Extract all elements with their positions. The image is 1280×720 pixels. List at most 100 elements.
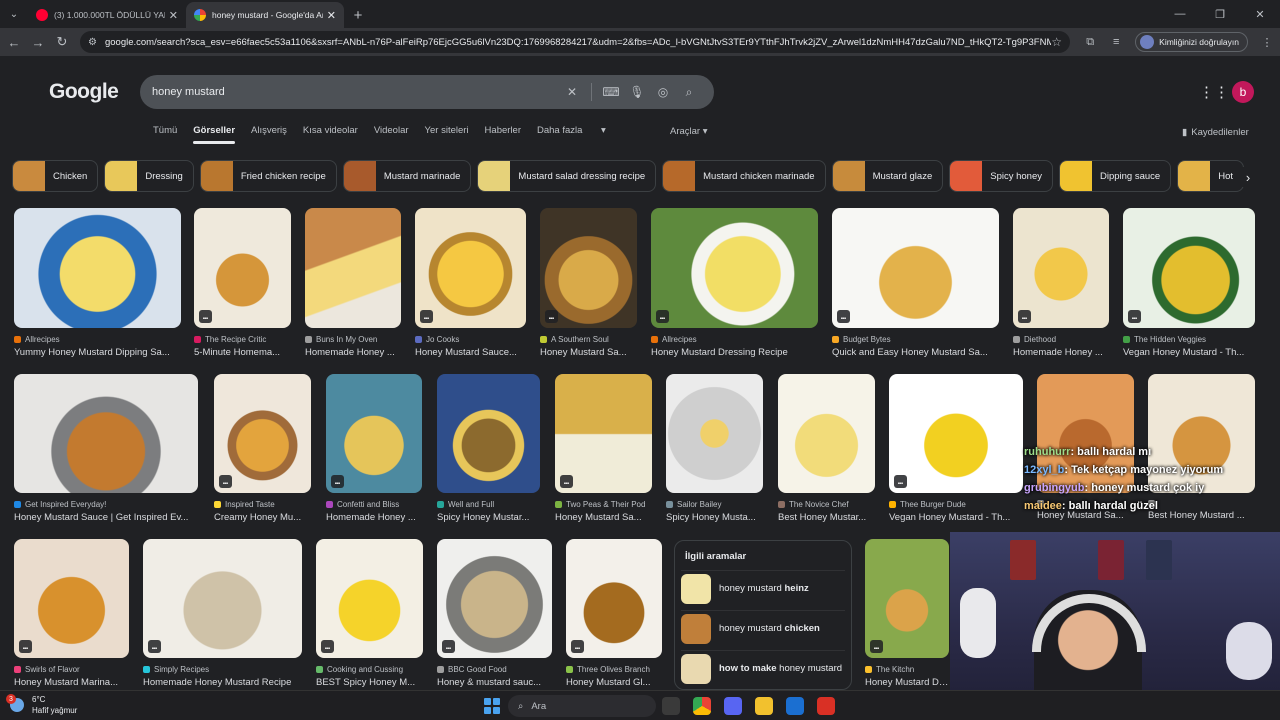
account-avatar[interactable]: b [1232,81,1254,103]
result-image[interactable] [305,208,401,328]
result-title[interactable]: 5-Minute Homema... [194,347,291,358]
image-result[interactable]: ⑉ Allrecipes Honey Mustard Dressing Reci… [651,208,818,358]
image-result[interactable]: ⑉ Budget Bytes Quick and Easy Honey Must… [832,208,999,358]
close-window-icon[interactable]: ✕ [1240,0,1280,28]
image-result[interactable]: ⑉ Two Peas & Their Pod Honey Mustard Sa.… [555,374,652,523]
tab-videos[interactable]: Videolar [374,125,409,136]
result-source[interactable]: Swirls of Flavor [14,665,129,674]
verify-identity-button[interactable]: Kimliğinizi doğrulayın [1135,32,1248,52]
result-title[interactable]: Vegan Honey Mustard - Th... [889,512,1023,523]
result-image[interactable]: ⑉ [889,374,1023,493]
chip[interactable]: Mustard marinade [342,160,472,192]
chip[interactable]: Fried chicken recipe [199,160,337,192]
tab-images[interactable]: Görseller [193,125,235,144]
result-source[interactable]: Sailor Bailey [666,500,763,509]
image-result[interactable]: ⑉ Three Olives Branch Honey Mustard Gl..… [566,539,662,688]
windows-start-icon[interactable] [484,698,500,714]
chip[interactable]: Dressing [104,160,194,192]
result-title[interactable]: Honey Mustard Gl... [566,677,662,688]
bookmark-star-icon[interactable]: ☆ [1051,35,1062,49]
image-result[interactable]: Buns In My Oven Homemade Honey ... [305,208,401,358]
related-search-item[interactable]: honey mustard heinz [681,570,845,606]
apps-grid-icon[interactable]: ⋮⋮ [1199,84,1229,101]
result-image[interactable]: ⑉ [555,374,652,493]
chip[interactable]: Chicken [12,160,99,192]
taskbar-search[interactable]: ⌕ Ara [508,695,656,717]
result-source[interactable]: Allrecipes [651,335,818,344]
result-source[interactable]: Simply Recipes [143,665,302,674]
discord-icon[interactable] [724,697,742,715]
result-image[interactable]: ⑉ [316,539,423,658]
image-result[interactable]: ⑉ Simply Recipes Homemade Honey Mustard … [143,539,302,688]
result-image[interactable]: ⑉ [832,208,999,328]
search-icon[interactable]: ⌕ [676,85,702,100]
voice-search-icon[interactable]: 🎙 [624,85,650,99]
result-title[interactable]: Best Honey Mustar... [778,512,875,523]
result-image[interactable]: ⑉ [1123,208,1255,328]
file-explorer-icon[interactable] [755,697,773,715]
chip[interactable]: Mustard glaze [831,160,944,192]
result-image[interactable]: ⑉ [214,374,311,493]
result-image[interactable]: ⑉ [194,208,291,328]
related-search-item[interactable]: how to make honey mustard [681,650,845,686]
result-image[interactable]: ⑉ [566,539,662,658]
result-title[interactable]: Honey Mustard Sauce... [415,347,526,358]
image-result[interactable]: Allrecipes Yummy Honey Mustard Dipping S… [14,208,181,358]
restore-icon[interactable]: ❐ [1200,0,1240,28]
tab-google-search[interactable]: honey mustard - Google'da Ara ✕ [186,2,344,28]
back-arrow-icon[interactable]: ← [2,30,26,54]
result-title[interactable]: Homemade Honey ... [326,512,422,523]
result-title[interactable]: Quick and Easy Honey Mustard Sa... [832,347,999,358]
result-source[interactable]: Inspired Taste [214,500,311,509]
image-result[interactable]: ⑉ A Southern Soul Honey Mustard Sa... [540,208,637,358]
image-result[interactable]: Sailor Bailey Spicy Honey Musta... [666,374,763,523]
result-image[interactable]: ⑉ [437,539,552,658]
tab-all[interactable]: Tümü [153,125,177,136]
menu-dots-icon[interactable]: ⋮ [1254,36,1280,49]
obs-icon[interactable] [817,697,835,715]
address-bar[interactable]: ⚙ google.com/search?sca_esv=e66faec5c53a… [80,31,1070,53]
result-title[interactable]: Honey Mustard Sa... [540,347,637,358]
result-image[interactable] [666,374,763,493]
result-title[interactable]: Creamy Honey Mu... [214,512,311,523]
image-result[interactable]: ⑉ Inspired Taste Creamy Honey Mu... [214,374,311,523]
result-image[interactable]: ⑉ [540,208,637,328]
tab-more[interactable]: Daha fazla ▾ [537,125,622,136]
chip[interactable]: Spicy honey [949,160,1053,192]
result-image[interactable]: ⑉ [14,539,129,658]
result-source[interactable]: Thee Burger Dude [889,500,1023,509]
result-source[interactable]: Diethood [1013,335,1109,344]
result-title[interactable]: Homemade Honey Mustard Recipe [143,677,302,688]
image-result[interactable]: ⑉ Thee Burger Dude Vegan Honey Mustard -… [889,374,1023,523]
tab-places[interactable]: Yer siteleri [425,125,469,136]
related-search-item[interactable]: honey mustard chicken [681,610,845,646]
result-title[interactable]: Yummy Honey Mustard Dipping Sa... [14,347,181,358]
result-title[interactable]: Homemade Honey ... [1013,347,1109,358]
result-image[interactable]: ⑉ [143,539,302,658]
image-result[interactable]: ⑉ Swirls of Flavor Honey Mustard Marina.… [14,539,129,688]
search-box[interactable]: honey mustard ✕ ⌨ 🎙 ◎ ⌕ [140,75,714,109]
result-source[interactable]: Budget Bytes [832,335,999,344]
result-image[interactable] [14,208,181,328]
result-title[interactable]: Spicy Honey Musta... [666,512,763,523]
chips-next-chevron-icon[interactable]: › [1238,167,1258,187]
tab-search-chevron-icon[interactable]: ⌄ [0,0,28,28]
result-source[interactable]: A Southern Soul [540,335,637,344]
tools-button[interactable]: Araçlar ▾ [670,126,708,137]
result-title[interactable]: Honey Mustard Marina... [14,677,129,688]
result-image[interactable]: ⑉ [326,374,422,493]
image-result[interactable]: Well and Full Spicy Honey Mustar... [437,374,540,523]
image-result[interactable]: ⑉ The Recipe Critic 5-Minute Homema... [194,208,291,358]
media-controls-icon[interactable]: ≡ [1103,36,1129,48]
result-source[interactable]: Buns In My Oven [305,335,401,344]
clear-search-icon[interactable]: ✕ [559,85,585,99]
result-title[interactable]: Vegan Honey Mustard - Th... [1123,347,1255,358]
image-result[interactable]: ⑉ Jo Cooks Honey Mustard Sauce... [415,208,526,358]
result-source[interactable]: The Hidden Veggies [1123,335,1255,344]
result-source[interactable]: Two Peas & Their Pod [555,500,652,509]
result-image[interactable] [437,374,540,493]
google-logo[interactable]: Google [49,80,119,104]
chrome-icon[interactable] [693,697,711,715]
result-source[interactable]: Three Olives Branch [566,665,662,674]
chip[interactable]: Mustard chicken marinade [662,160,826,192]
